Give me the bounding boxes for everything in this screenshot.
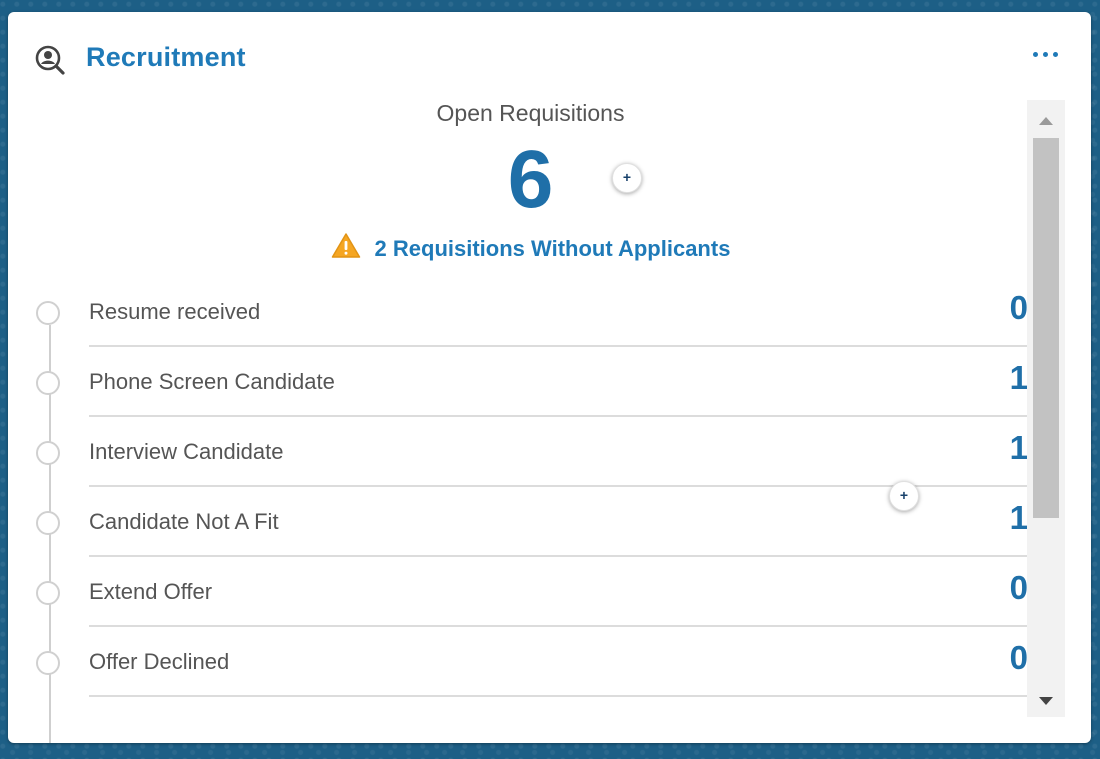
stage-label: Offer Declined (89, 649, 230, 674)
open-requisitions-count[interactable]: 6 (8, 138, 1053, 222)
requisitions-warning: 2 Requisitions Without Applicants (8, 232, 1053, 262)
vertical-scrollbar[interactable] (1027, 100, 1065, 717)
add-requisition-button[interactable]: + (612, 163, 642, 193)
pipeline-stage-extend-offer[interactable]: Extend Offer 0 (8, 557, 1028, 627)
stage-label: Interview Candidate (89, 439, 284, 464)
stage-dot (36, 301, 60, 325)
open-requisitions-summary: Open Requisitions 6 (8, 100, 1053, 222)
widget-header: Recruitment (8, 12, 1091, 102)
scroll-up-icon[interactable] (1039, 117, 1053, 125)
stage-count[interactable]: 1 (1010, 359, 1028, 397)
widget-title: Recruitment (86, 42, 246, 72)
user-search-icon (35, 45, 65, 75)
stage-count[interactable]: 1 (1010, 429, 1028, 467)
pipeline-stage-offer-declined[interactable]: Offer Declined 0 (8, 627, 1028, 697)
pipeline-stage-not-a-fit[interactable]: Candidate Not A Fit 1 (8, 487, 1028, 557)
more-dots-icon[interactable] (1029, 42, 1063, 66)
stage-count[interactable]: 0 (1010, 569, 1028, 607)
stage-label: Candidate Not A Fit (89, 509, 279, 534)
candidate-pipeline: Resume received 0 Phone Screen Candidate… (8, 277, 1028, 743)
stage-label: Extend Offer (89, 579, 213, 604)
stage-label: Resume received (89, 299, 261, 324)
stage-label: Phone Screen Candidate (89, 369, 335, 394)
requisitions-without-applicants-link[interactable]: 2 Requisitions Without Applicants (375, 236, 731, 261)
scroll-thumb[interactable] (1033, 138, 1059, 518)
stage-count[interactable]: 0 (1010, 289, 1028, 327)
stage-dot (36, 651, 60, 675)
open-requisitions-label: Open Requisitions (436, 100, 625, 126)
stage-count[interactable]: 1 (1010, 499, 1028, 537)
stage-dot (36, 581, 60, 605)
floating-add-button[interactable]: + (889, 481, 919, 511)
pipeline-stage-resume-received[interactable]: Resume received 0 (8, 277, 1028, 347)
scroll-down-icon[interactable] (1039, 697, 1053, 705)
stage-divider (89, 695, 1028, 697)
warning-triangle-icon (331, 233, 360, 258)
stage-dot (36, 441, 60, 465)
pipeline-stage-phone-screen[interactable]: Phone Screen Candidate 1 (8, 347, 1028, 417)
stage-count[interactable]: 0 (1010, 639, 1028, 677)
recruitment-widget: Recruitment Open Requisitions 6 + 2 Requ… (8, 12, 1091, 743)
stage-dot (36, 511, 60, 535)
stage-dot (36, 371, 60, 395)
pipeline-stage-interview[interactable]: Interview Candidate 1 (8, 417, 1028, 487)
